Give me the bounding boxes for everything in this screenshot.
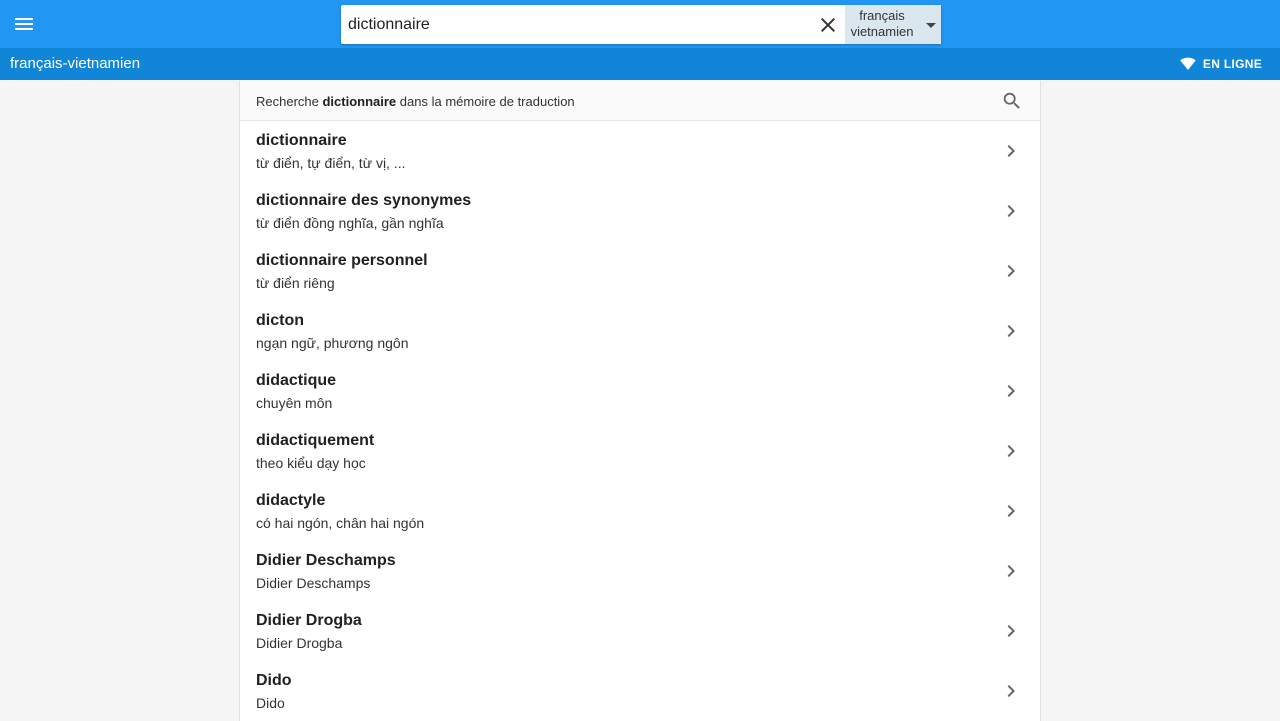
result-translation: Didier Drogba (256, 635, 343, 651)
result-term: dicton (256, 312, 304, 329)
result-term: dictionnaire (256, 132, 347, 149)
result-translation: Didier Deschamps (256, 575, 371, 591)
result-term: didactyle (256, 492, 326, 509)
online-status[interactable]: EN LIGNE (1179, 55, 1262, 73)
app-bar: français vietnamien (0, 0, 1280, 48)
dictionary-bar: français-vietnamien EN LIGNE (0, 48, 1280, 80)
result-item[interactable]: dictionnaire personnel từ điển riêng (240, 241, 1040, 301)
memory-prefix: Recherche (256, 94, 323, 109)
result-item[interactable]: Dido Dido (240, 661, 1040, 721)
chevron-right-icon (999, 199, 1023, 223)
result-term: Dido (256, 672, 292, 689)
chevron-right-icon (999, 259, 1023, 283)
result-translation: ngạn ngữ, phương ngôn (256, 335, 409, 351)
result-term: dictionnaire personnel (256, 252, 428, 269)
dictionary-title: français-vietnamien (10, 55, 141, 72)
chevron-right-icon (999, 319, 1023, 343)
result-translation: Dido (256, 695, 285, 711)
result-translation: theo kiểu dạy học (256, 455, 366, 471)
result-translation: từ điển riêng (256, 275, 335, 291)
search-input[interactable] (341, 5, 811, 44)
close-icon[interactable] (816, 13, 840, 37)
result-item[interactable]: didactique chuyên môn (240, 361, 1040, 421)
result-translation: từ điển, tự điển, từ vị, ... (256, 155, 406, 171)
memory-suffix: dans la mémoire de traduction (396, 94, 575, 109)
result-item[interactable]: didactyle có hai ngón, chân hai ngón (240, 481, 1040, 541)
result-item[interactable]: Didier Deschamps Didier Deschamps (240, 541, 1040, 601)
results-panel: Recherche dictionnaire dans la mémoire d… (239, 81, 1041, 721)
result-term: dictionnaire des synonymes (256, 192, 472, 209)
online-status-label: EN LIGNE (1202, 57, 1262, 71)
chevron-right-icon (999, 379, 1023, 403)
result-item[interactable]: didactiquement theo kiểu dạy học (240, 421, 1040, 481)
language-select-label: français vietnamien (845, 8, 919, 40)
chevron-right-icon (999, 439, 1023, 463)
chevron-right-icon (999, 619, 1023, 643)
search-box: français vietnamien (341, 5, 941, 44)
search-icon[interactable] (1001, 90, 1023, 112)
translation-memory-search[interactable]: Recherche dictionnaire dans la mémoire d… (240, 81, 1040, 121)
result-term: didactique (256, 372, 337, 389)
result-translation: có hai ngón, chân hai ngón (256, 515, 425, 531)
result-item[interactable]: dictionnaire des synonymes từ điển đồng … (240, 181, 1040, 241)
chevron-right-icon (999, 559, 1023, 583)
result-item[interactable]: Didier Drogba Didier Drogba (240, 601, 1040, 661)
result-item[interactable]: dicton ngạn ngữ, phương ngôn (240, 301, 1040, 361)
translation-memory-text: Recherche dictionnaire dans la mémoire d… (256, 94, 575, 109)
result-term: Didier Drogba (256, 612, 362, 629)
result-translation: chuyên môn (256, 395, 333, 411)
menu-icon[interactable] (12, 12, 36, 36)
language-source: français (859, 8, 905, 23)
chevron-right-icon (999, 499, 1023, 523)
caret-down-icon (919, 13, 943, 37)
chevron-right-icon (999, 679, 1023, 703)
result-term: didactiquement (256, 432, 375, 449)
chevron-right-icon (999, 139, 1023, 163)
result-item[interactable]: dictionnaire từ điển, tự điển, từ vị, ..… (240, 121, 1040, 181)
memory-term: dictionnaire (322, 94, 397, 109)
language-select[interactable]: français vietnamien (845, 5, 941, 44)
result-term: Didier Deschamps (256, 552, 396, 569)
language-target: vietnamien (850, 24, 914, 39)
result-translation: từ điển đồng nghĩa, gần nghĩa (256, 215, 444, 231)
wifi-icon (1180, 57, 1196, 70)
